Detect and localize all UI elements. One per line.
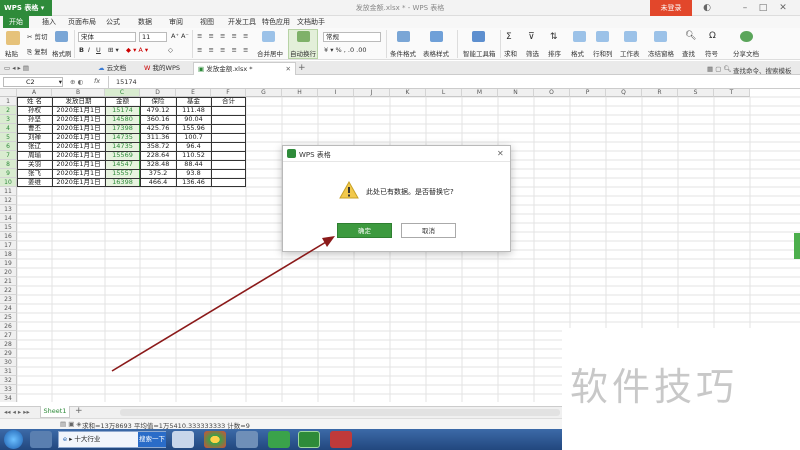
- watermark-area: 软件技巧: [562, 328, 800, 450]
- watermark-text: 软件技巧: [570, 365, 739, 409]
